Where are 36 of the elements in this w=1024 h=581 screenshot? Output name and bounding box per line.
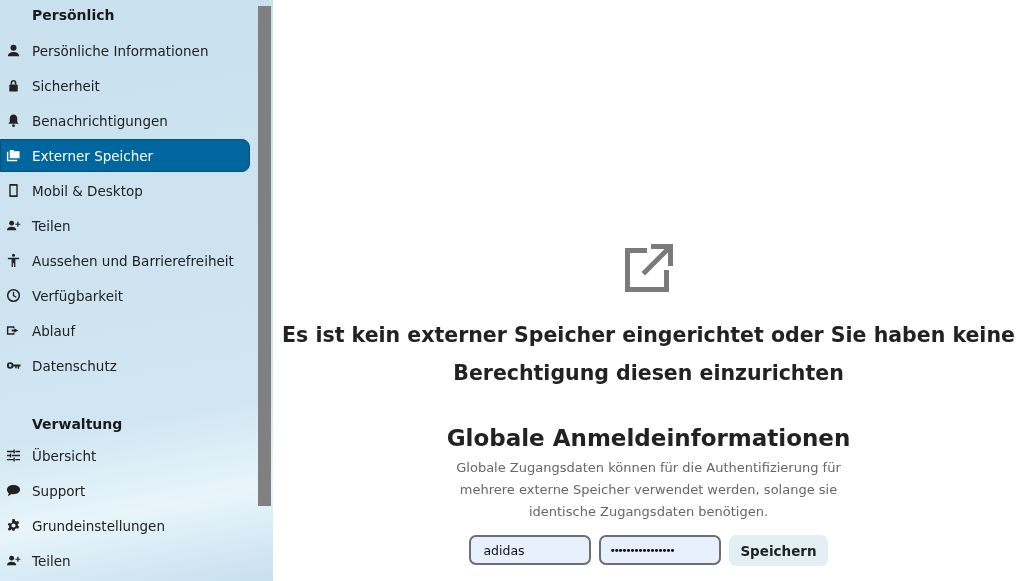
- phone-icon: [6, 183, 21, 198]
- sidebar-item[interactable]: Teilen: [0, 544, 250, 577]
- sidebar-item[interactable]: Externer Speicher: [0, 139, 250, 172]
- folder-icon: [6, 148, 21, 163]
- sliders-icon: [6, 448, 21, 463]
- section-heading: Verwaltung: [31, 415, 124, 434]
- sidebar-item[interactable]: Sicherheit: [0, 69, 250, 102]
- user-plus-icon: [6, 218, 21, 233]
- section-title: Globale Anmeldeinformationen: [446, 425, 851, 451]
- empty-state-message: Es ist kein externer Speicher eingerichtet oder Sie haben keine Berechtigung diesen einzurichten: [281, 322, 1016, 387]
- save-button[interactable]: Speichern: [729, 535, 828, 566]
- sidebar-item[interactable]: Mobil & Desktop: [0, 174, 250, 207]
- exit-icon: [6, 323, 21, 338]
- sidebar-item[interactable]: Support: [0, 474, 250, 507]
- description-text: Globale Zugangsdaten können für die Authentifizierung für mehrere externe Speicher verwendet werden, solange sie identische Zugangsdaten benötigen.: [455, 459, 842, 521]
- sidebar-item[interactable]: Verfügbarkeit: [0, 279, 250, 312]
- bell-icon: [6, 113, 21, 128]
- settings-icon: [6, 518, 21, 533]
- speech-bubble-icon: [6, 483, 21, 498]
- password-field[interactable]: ••••••••••••••••: [599, 535, 722, 565]
- scrollbar-thumb[interactable]: [258, 6, 271, 506]
- sidebar-item[interactable]: Grundeinstellungen: [0, 509, 250, 542]
- sidebar-item[interactable]: Aussehen und Barrierefreiheit: [0, 244, 250, 277]
- username-field[interactable]: adidas: [469, 535, 592, 565]
- sidebar-item[interactable]: Übersicht: [0, 439, 250, 472]
- section-heading: Persönlich: [31, 6, 116, 25]
- sidebar-item[interactable]: Persönliche Informationen: [0, 34, 250, 67]
- lock-icon: [6, 78, 21, 93]
- user-plus-icon: [6, 553, 21, 568]
- clock-icon: [6, 288, 21, 303]
- sidebar-item[interactable]: Benachrichtigungen: [0, 104, 250, 137]
- sidebar-item[interactable]: Ablauf: [0, 314, 250, 347]
- sidebar-item[interactable]: Teilen: [0, 209, 250, 242]
- accessibility-icon: [6, 253, 21, 268]
- user-icon: [6, 43, 21, 58]
- sidebar-item[interactable]: Datenschutz: [0, 349, 250, 382]
